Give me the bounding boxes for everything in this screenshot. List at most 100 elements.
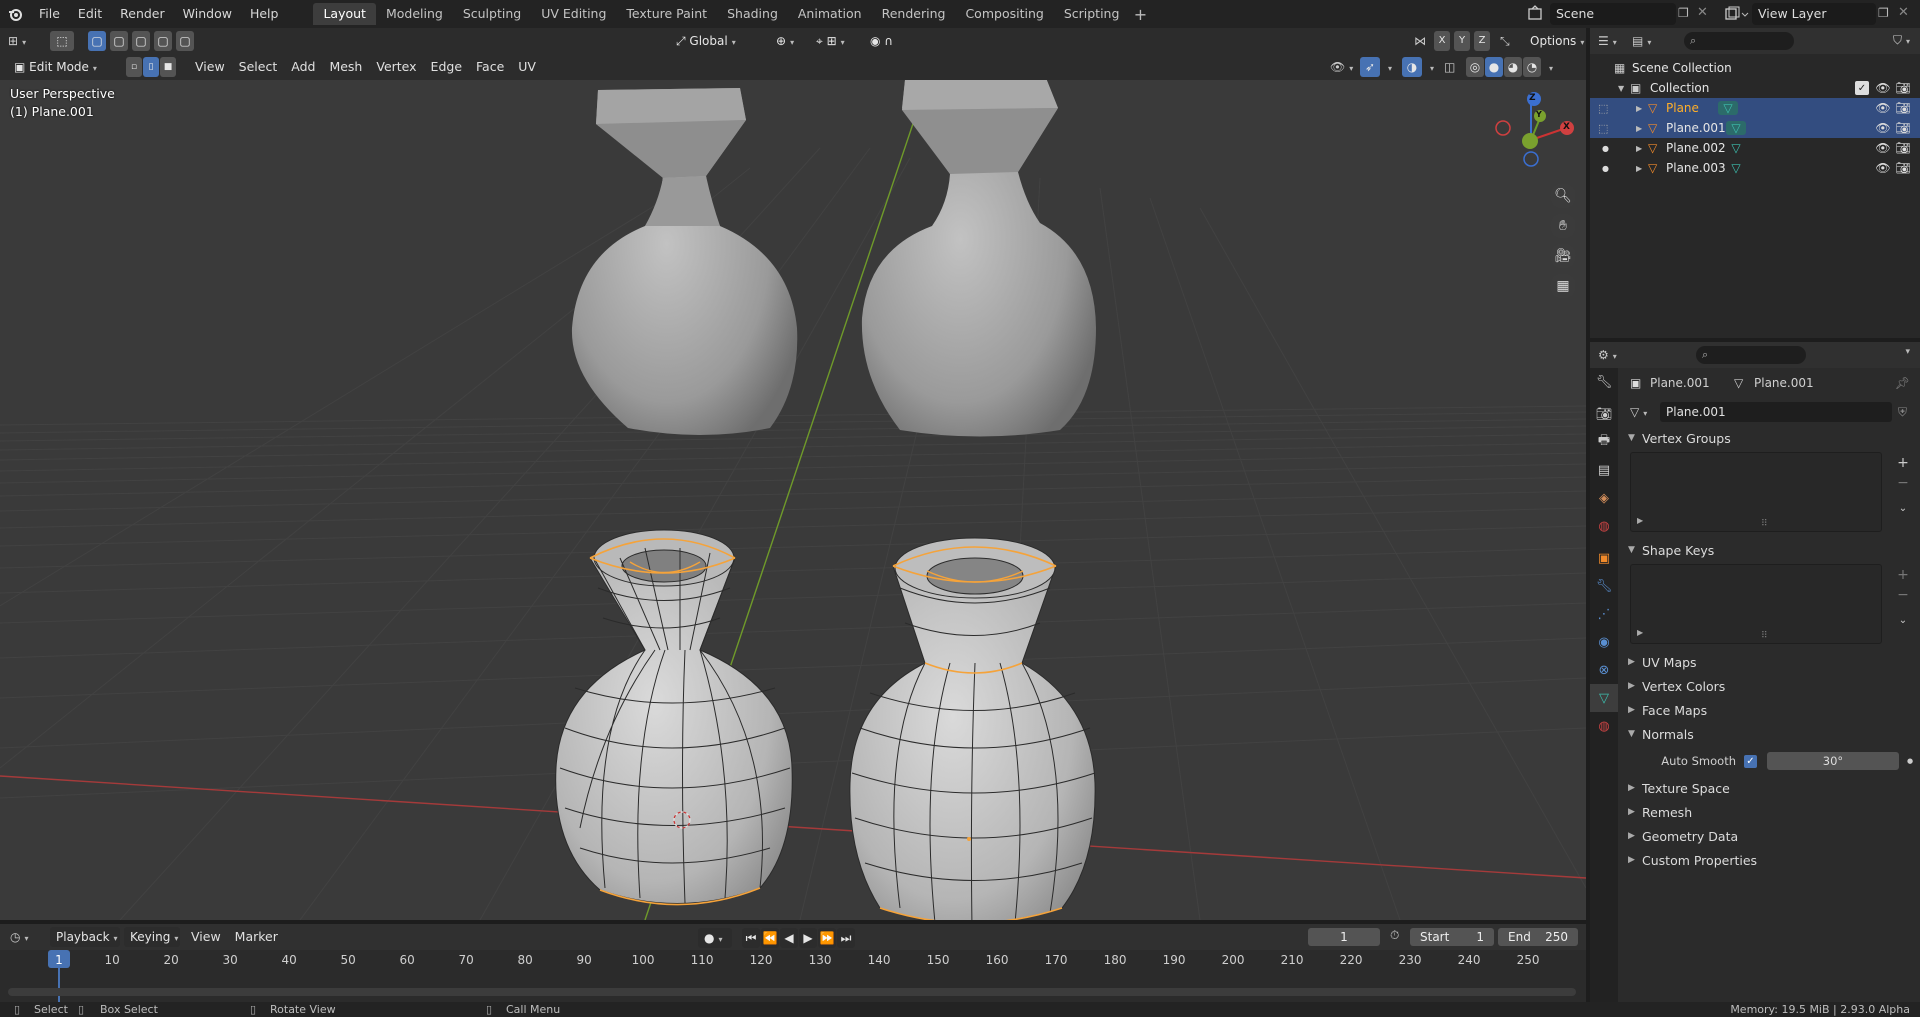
expand-plane-icon[interactable]: ▶ (1636, 104, 1648, 113)
timeline-menu-marker[interactable]: Marker (228, 927, 285, 947)
section-shape-keys[interactable]: ▼ Shape Keys (1620, 538, 1920, 562)
scene-tab-icon[interactable]: ◈ (1590, 484, 1618, 512)
plane-visibility-eye-icon[interactable]: 👁︎ (1875, 101, 1890, 115)
timeline-menu-view[interactable]: View (184, 927, 228, 947)
overlay-dropdown-icon[interactable]: ▾ (1426, 60, 1444, 74)
gizmo-y-label[interactable]: Y (1536, 110, 1542, 119)
section-texture-space[interactable]: ▶ Texture Space (1620, 776, 1920, 800)
select-extend-icon[interactable]: ▢ (110, 31, 128, 51)
edit-mode-toggle-icon[interactable]: ⬚ (1598, 122, 1618, 135)
play-icon[interactable]: ▶ (799, 928, 817, 948)
pan-hand-icon[interactable]: ✋︎ (1550, 213, 1576, 239)
expand-plane-003-icon[interactable]: ▶ (1636, 164, 1648, 173)
list-expand-icon[interactable]: ▶ (1637, 628, 1643, 637)
properties-options-chevron-icon[interactable]: ▾ (1905, 347, 1910, 357)
edit-mode-dot-icon[interactable]: ● (1602, 164, 1618, 173)
pivot-point-icon[interactable]: ⊕ ▾ (770, 31, 806, 51)
object-tab-icon[interactable]: ▣ (1590, 544, 1618, 572)
plane-render-camera-icon[interactable]: 📷︎ (1895, 101, 1910, 115)
mesh-browse-icon[interactable]: ▽ ▾ (1630, 405, 1660, 419)
timeline-scrollbar[interactable] (8, 988, 1576, 996)
modifier-tab-icon[interactable]: 🔧︎ (1590, 572, 1618, 600)
pin-icon[interactable]: 📌︎ (1895, 376, 1910, 390)
visibility-icon[interactable]: 👁︎ ▾ (1330, 60, 1360, 74)
new-scene-icon[interactable]: ❐ (1678, 6, 1694, 22)
plane-001-visibility-eye-icon[interactable]: 👁︎ (1875, 121, 1890, 135)
gizmo-x-label[interactable]: X (1563, 122, 1570, 132)
transform-orientation-dropdown[interactable]: ⤢ Global ▾ (670, 31, 766, 51)
view-layer-icon[interactable] (1722, 3, 1750, 25)
add-workspace-button[interactable]: + (1129, 5, 1151, 24)
world-tab-icon[interactable]: ◍ (1590, 512, 1618, 540)
vertex-groups-list[interactable]: ▶ ⠿ (1630, 452, 1882, 532)
physics-tab-icon[interactable]: ◉ (1590, 628, 1618, 656)
scene-name-field[interactable]: Scene (1550, 3, 1676, 25)
mode-dropdown[interactable]: ▣ Edit Mode ▾ (8, 57, 118, 77)
tab-uv-editing[interactable]: UV Editing (531, 3, 616, 25)
jump-start-icon[interactable]: ⏮ (742, 928, 760, 948)
outliner-row-plane-002[interactable]: ● ▶ ▽ Plane.002 ▽ 👁︎ 📷︎ (1590, 138, 1920, 158)
display-mode-icon[interactable]: ▤ ▾ (1632, 34, 1666, 48)
remove-shape-key-button[interactable]: − (1894, 586, 1912, 604)
mesh-name-field[interactable]: Plane.001 (1660, 402, 1892, 422)
mesh-data-icon[interactable]: ▽ (1726, 161, 1746, 175)
gizmo-z-label[interactable]: Z (1529, 93, 1536, 103)
tool-tab-icon[interactable]: 🔧︎ (1590, 368, 1618, 396)
outliner-row-collection[interactable]: ▼ ▣ Collection ✓ 👁︎ 📷︎ (1590, 78, 1920, 98)
tab-modeling[interactable]: Modeling (376, 3, 453, 25)
tab-animation[interactable]: Animation (788, 3, 872, 25)
plane-003-visibility-eye-icon[interactable]: 👁︎ (1875, 161, 1890, 175)
outliner-row-scene-collection[interactable]: ▦ Scene Collection (1590, 58, 1920, 78)
preview-range-icon[interactable]: ⏱︎ (1390, 928, 1399, 943)
mirror-y-button[interactable]: Y (1454, 31, 1470, 51)
section-face-maps[interactable]: ▶ Face Maps (1620, 698, 1920, 722)
snap-icon[interactable]: ⌖ ⊞ ▾ (810, 31, 860, 51)
solid-shading-icon[interactable]: ● (1485, 57, 1503, 77)
menu-window[interactable]: Window (174, 3, 241, 25)
mirror-icon[interactable]: ⋈ (1414, 34, 1434, 48)
collection-exclude-checkbox[interactable]: ✓ (1855, 81, 1869, 95)
select-subtract-icon[interactable]: ▢ (132, 31, 150, 51)
material-tab-icon[interactable]: ◍ (1590, 712, 1618, 740)
3d-viewport[interactable]: Z X Y 🔍︎ ✋︎ 🎥︎ ▦ ⊞ ▾ ⬚ ▢ ▢ ▢ ▢ ▢ ⤢ Global… (0, 28, 1586, 920)
section-remesh[interactable]: ▶ Remesh (1620, 800, 1920, 824)
jump-prev-keyframe-icon[interactable]: ⏪ (761, 928, 779, 948)
view-layer-tab-icon[interactable]: ▤ (1590, 456, 1618, 484)
shading-dropdown-icon[interactable]: ▾ (1545, 60, 1563, 74)
xray-toggle-icon[interactable]: ◫ (1444, 60, 1466, 74)
menu-select[interactable]: Select (232, 57, 285, 77)
edit-mode-dot-icon[interactable]: ● (1602, 144, 1618, 153)
render-tab-icon[interactable]: 📷︎ (1590, 400, 1618, 428)
shape-key-specials-chevron-icon[interactable]: ⌄ (1894, 612, 1912, 630)
collection-render-camera-icon[interactable]: 📷︎ (1895, 81, 1910, 95)
current-frame-field[interactable]: 1 (1308, 928, 1380, 946)
section-custom-properties[interactable]: ▶ Custom Properties (1620, 848, 1920, 872)
tab-shading[interactable]: Shading (717, 3, 788, 25)
vertex-select-mode-icon[interactable]: ▫ (126, 57, 142, 77)
constraints-tab-icon[interactable]: ⊗ (1590, 656, 1618, 684)
menu-face[interactable]: Face (469, 57, 511, 77)
jump-end-icon[interactable]: ⏭ (837, 928, 855, 948)
gizmo-dropdown-icon[interactable]: ▾ (1384, 60, 1402, 74)
filter-icon[interactable]: ⛉ ▾ (1893, 33, 1910, 48)
expand-plane-002-icon[interactable]: ▶ (1636, 144, 1648, 153)
plane-001-render-camera-icon[interactable]: 📷︎ (1895, 121, 1910, 135)
expand-collection-icon[interactable]: ▼ (1618, 84, 1630, 93)
tab-compositing[interactable]: Compositing (955, 3, 1053, 25)
select-new-icon[interactable]: ▢ (88, 31, 106, 51)
remove-vertex-group-button[interactable]: − (1894, 474, 1912, 492)
mesh-data-icon[interactable]: ▽ (1726, 141, 1746, 155)
outliner-editor-type-icon[interactable]: ☰ ▾ (1598, 34, 1632, 48)
menu-mesh[interactable]: Mesh (322, 57, 369, 77)
keyframe-dot-icon[interactable]: ● (1907, 757, 1913, 765)
edge-select-mode-icon[interactable]: ▯ (143, 57, 159, 77)
mirror-z-button[interactable]: Z (1474, 31, 1490, 51)
add-shape-key-button[interactable]: + (1894, 566, 1912, 584)
collection-visibility-eye-icon[interactable]: 👁︎ (1875, 81, 1890, 95)
auto-smooth-checkbox[interactable]: ✓ (1744, 754, 1757, 768)
proportional-editing-icon[interactable]: ◉ ∩ (864, 31, 908, 51)
rendered-shading-icon[interactable]: ◔ (1523, 57, 1541, 77)
end-frame-field[interactable]: End 250 (1498, 928, 1578, 946)
mirror-x-button[interactable]: X (1434, 31, 1450, 51)
material-shading-icon[interactable]: ◕ (1504, 57, 1522, 77)
